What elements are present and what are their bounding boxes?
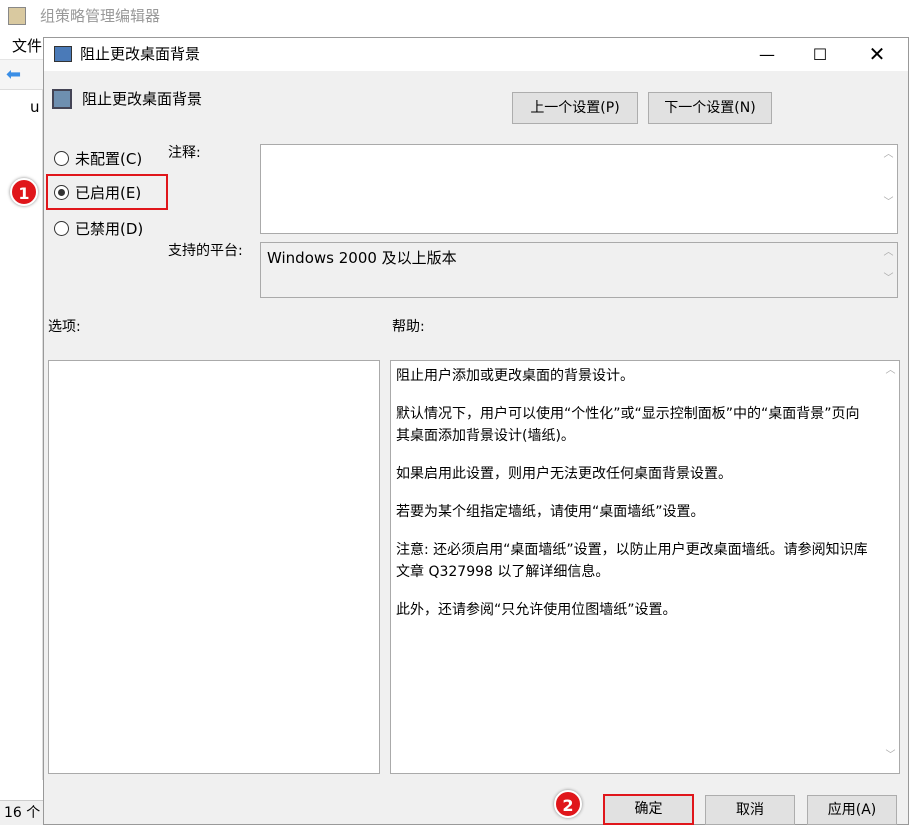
maximize-button[interactable]: ☐ xyxy=(797,38,843,71)
background-window-title: 组策略管理编辑器 xyxy=(0,0,909,32)
ok-button[interactable]: 确定 xyxy=(603,794,694,825)
options-pane xyxy=(48,360,380,774)
comment-textarea[interactable]: ︿ ﹀ xyxy=(260,144,898,234)
radio-label: 已禁用(D) xyxy=(75,219,144,238)
options-label: 选项: xyxy=(48,319,81,335)
next-setting-button[interactable]: 下一个设置(N) xyxy=(648,92,772,124)
help-paragraph: 默认情况下，用户可以使用“个性化”或“显示控制面板”中的“桌面背景”页向其桌面添… xyxy=(396,406,860,444)
radio-circle[interactable] xyxy=(54,220,69,236)
platform-value: Windows 2000 及以上版本 xyxy=(267,249,457,267)
help-paragraph: 若要为某个组指定墙纸，请使用“桌面墙纸”设置。 xyxy=(396,504,705,520)
policy-icon xyxy=(54,46,72,62)
radio-label: 已启用(E) xyxy=(75,183,142,202)
help-paragraph: 此外，还请参阅“只允许使用位图墙纸”设置。 xyxy=(396,602,677,618)
help-scrollbar[interactable]: ︿ ﹀ xyxy=(882,361,899,773)
dialog-title: 阻止更改桌面背景 xyxy=(80,45,201,63)
step-badge-1: 1 xyxy=(10,178,38,206)
back-arrow-icon[interactable]: ⬅ xyxy=(6,64,21,85)
policy-dialog: 阻止更改桌面背景 — ☐ ✕ 阻止更改桌面背景 上一个设置(P) 下一个设置(N… xyxy=(10,37,909,825)
comment-label: 注释: xyxy=(168,145,201,161)
radio-enabled[interactable]: 已启用(E) xyxy=(54,180,141,204)
platform-label: 支持的平台: xyxy=(168,243,243,259)
help-label: 帮助: xyxy=(392,319,425,335)
previous-setting-button[interactable]: 上一个设置(P) xyxy=(512,92,638,124)
platform-scrollbar[interactable]: ︿ ﹀ xyxy=(880,243,897,297)
radio-label: 未配置(C) xyxy=(75,149,143,168)
platform-field: Windows 2000 及以上版本 ︿ ﹀ xyxy=(260,242,898,298)
help-paragraph: 阻止用户添加或更改桌面的背景设计。 xyxy=(396,368,634,384)
radio-not-configured[interactable]: 未配置(C) xyxy=(54,146,142,170)
radio-disabled[interactable]: 已禁用(D) xyxy=(54,216,143,240)
minimize-button[interactable]: — xyxy=(744,38,790,71)
close-button[interactable]: ✕ xyxy=(854,38,900,71)
gpedit-icon xyxy=(8,7,26,25)
apply-button[interactable]: 应用(A) xyxy=(807,795,897,825)
policy-name: 阻止更改桌面背景 xyxy=(82,90,203,108)
radio-circle[interactable] xyxy=(54,184,69,200)
status-text: 16 个 xyxy=(4,805,41,821)
help-paragraph: 如果启用此设置，则用户无法更改任何桌面背景设置。 xyxy=(396,466,732,482)
step-badge-2: 2 xyxy=(554,790,582,818)
window-title-text: 组策略管理编辑器 xyxy=(40,7,161,25)
help-paragraph: 注意: 还必须启用“桌面墙纸”设置，以防止用户更改桌面墙纸。请参阅知识库文章 Q… xyxy=(396,542,868,580)
setting-icon xyxy=(52,89,72,109)
radio-circle[interactable] xyxy=(54,150,69,166)
comment-scrollbar[interactable]: ︿ ﹀ xyxy=(880,145,897,233)
menu-file[interactable]: 文件 xyxy=(12,37,42,55)
cancel-button[interactable]: 取消 xyxy=(705,795,795,825)
help-pane: 阻止用户添加或更改桌面的背景设计。 默认情况下，用户可以使用“个性化”或“显示控… xyxy=(390,360,900,774)
tree-item[interactable]: u xyxy=(30,98,40,116)
